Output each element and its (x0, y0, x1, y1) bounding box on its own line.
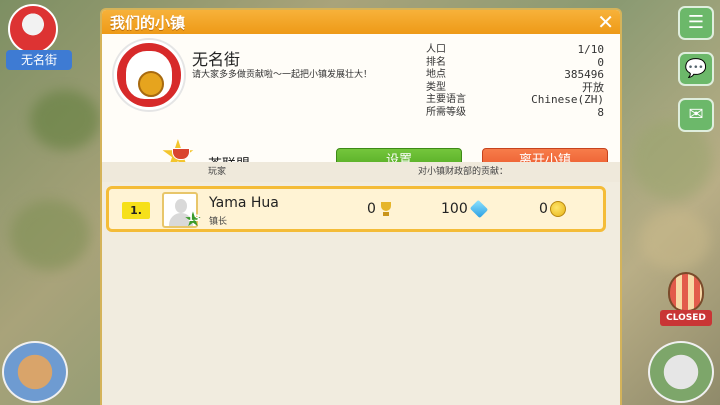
gem-contribution: 100 (441, 201, 490, 217)
trophy-icon (378, 201, 394, 217)
coin-icon (549, 201, 566, 217)
coin-count: 0 (539, 201, 548, 217)
town-modal: 我们的小镇 ✕ 无名街 请大家多多做贡献啦～一起把小镇发展壮大！ 人口 1/10… (100, 8, 622, 405)
stat-label: 所需等级 (426, 106, 466, 118)
scenery-tree (30, 90, 100, 150)
scenery-field (632, 120, 712, 200)
stat-population: 人口 1/10 (426, 43, 605, 57)
level-number: 13 (187, 214, 201, 224)
coin-contribution: 0 (539, 201, 566, 217)
lucky-cat-icon (8, 4, 58, 54)
stat-label: 地点 (426, 69, 446, 80)
stat-label: 人口 (426, 44, 446, 55)
mail-button[interactable]: ✉ (678, 98, 714, 132)
scenery-field (640, 210, 710, 270)
hot-air-balloon-icon (668, 272, 704, 312)
chat-button[interactable]: 💬 (678, 52, 714, 86)
trophy-count: 0 (367, 201, 376, 217)
close-button[interactable]: ✕ (597, 12, 614, 32)
trophy-contribution: 0 (367, 201, 394, 217)
level-badge: ★ 13 (184, 209, 204, 231)
stat-label: 主要语言 (426, 94, 466, 105)
stat-label: 类型 (426, 81, 446, 93)
town-avatar (114, 40, 184, 110)
member-list[interactable]: 玩家 对小镇财政部的贡献： 1. ★ 13 Yama Hua 镇长 0 100 (102, 162, 620, 405)
rank-badge: 1. (122, 202, 150, 219)
stat-value: 385496 (564, 68, 604, 81)
list-icon: ☰ (687, 12, 705, 33)
column-player: 玩家 (208, 167, 227, 177)
lucky-cat-icon (126, 51, 172, 99)
stat-value: 1/10 (577, 43, 605, 56)
house-button[interactable] (2, 341, 68, 403)
cash-register-button[interactable] (648, 341, 714, 403)
stat-required-level: 所需等级 8 (426, 105, 604, 120)
list-item[interactable]: 1. ★ 13 Yama Hua 镇长 0 100 0 (106, 186, 606, 232)
stat-location: 地点 385496 (426, 68, 604, 82)
town-badge[interactable]: 无名街 (6, 4, 72, 70)
stat-label: 排名 (426, 56, 446, 68)
modal-title: 我们的小镇 (110, 13, 186, 32)
gem-count: 100 (441, 201, 468, 217)
stat-value: Chinese(ZH) (531, 93, 604, 106)
town-badge-label: 无名街 (6, 50, 72, 70)
town-description: 请大家多多做贡献啦～一起把小镇发展壮大！ (192, 70, 373, 80)
column-contribution: 对小镇财政部的贡献： (418, 167, 509, 177)
town-info: 无名街 请大家多多做贡献啦～一起把小镇发展壮大！ 人口 1/10 排名 0 地点… (102, 34, 620, 175)
list-header: 玩家 对小镇财政部的贡献： (102, 162, 620, 182)
diamond-icon (470, 201, 490, 217)
player-role: 镇长 (209, 217, 228, 227)
stat-value: 8 (597, 105, 604, 119)
chat-bubble-icon: 💬 (684, 58, 708, 79)
closed-label: CLOSED (660, 310, 712, 326)
modal-header: 我们的小镇 ✕ (102, 10, 620, 34)
stat-language: 主要语言 Chinese(ZH) (426, 93, 604, 107)
mail-icon: ✉ (688, 104, 704, 125)
menu-button[interactable]: ☰ (678, 6, 714, 40)
town-stats: 人口 1/10 排名 0 地点 385496 类型 开放 主要语言 Chines… (426, 43, 605, 120)
balloon-closed-button[interactable]: CLOSED (660, 272, 712, 328)
scenery-tree (10, 200, 90, 270)
player-name: Yama Hua (209, 195, 279, 211)
